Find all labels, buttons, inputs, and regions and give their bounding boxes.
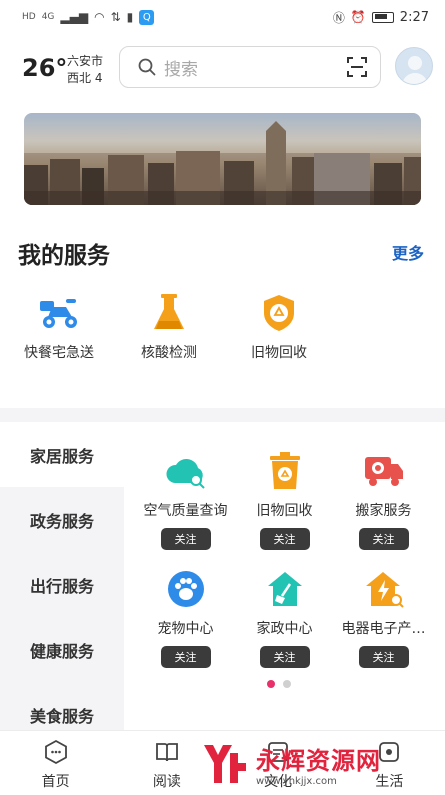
category-list: 家居服务 政务服务 出行服务 健康服务 美食服务: [0, 422, 124, 730]
house-broom-icon: [264, 568, 306, 610]
services-grid: 空气质量查询 关注 旧物回收 关注 搬家服务 关注 宠物中心 关注 家政中心 关…: [124, 422, 445, 730]
header: 26° 六安市 西北 4 搜索: [0, 44, 445, 90]
signal-icon: ▂▄▆: [60, 10, 89, 24]
wifi-icon: ◠: [94, 10, 105, 24]
status-bar: HD 4G ▂▄▆ ◠ ⇅ ▮ Q Ⓝ ⏰ 2:27: [0, 0, 445, 34]
grid-item-label: 家政中心: [256, 621, 313, 637]
follow-button[interactable]: 关注: [160, 646, 211, 668]
nfc-icon: Ⓝ: [332, 10, 345, 25]
paw-icon: [165, 568, 207, 610]
my-services-title: 我的服务: [18, 243, 110, 269]
search-input[interactable]: 搜索: [119, 46, 381, 88]
house-lightning-icon: [363, 568, 405, 610]
more-link[interactable]: 更多: [392, 240, 424, 264]
category-home-services[interactable]: 家居服务: [0, 422, 124, 487]
tab-label: 阅读: [152, 774, 181, 790]
grid-item-pet-center[interactable]: 宠物中心 关注: [133, 568, 238, 668]
tab-home[interactable]: 首页: [0, 731, 111, 795]
data-icon: ⇅: [110, 10, 121, 24]
watermark-logo-icon: [200, 739, 250, 789]
weather-temperature[interactable]: 26°: [22, 54, 67, 82]
service-nucleic-test[interactable]: 核酸检测: [119, 292, 219, 366]
grid-item-housekeeping[interactable]: 家政中心 关注: [232, 568, 337, 668]
delivery-scooter-icon: [38, 292, 80, 334]
search-placeholder: 搜索: [164, 59, 198, 80]
cloud-search-icon: [165, 450, 207, 492]
book-icon: [154, 739, 180, 765]
weather-wind: 西北 4: [67, 71, 103, 85]
status-time: 2:27: [399, 9, 429, 25]
grid-item-label: 搬家服务: [355, 503, 412, 519]
avatar[interactable]: [395, 47, 433, 85]
follow-button[interactable]: 关注: [358, 646, 409, 668]
hd-label: HD: [22, 12, 36, 22]
service-label: 旧物回收: [251, 345, 307, 361]
grid-item-recycle[interactable]: 旧物回收 关注: [232, 450, 337, 550]
pager-dot[interactable]: [283, 680, 291, 688]
follow-button[interactable]: 关注: [259, 528, 310, 550]
pager-dots: [267, 680, 291, 688]
recycle-badge-icon: [258, 292, 300, 334]
city-banner-image[interactable]: [24, 113, 421, 205]
section-divider: [0, 408, 445, 422]
app-q-icon: Q: [139, 9, 155, 25]
battery-icon: [371, 11, 394, 23]
grid-item-label: 电器电子产…: [341, 621, 426, 637]
battery-saver-icon: ▮: [126, 10, 134, 24]
service-delivery[interactable]: 快餐宅急送: [9, 292, 109, 366]
grid-item-electronics[interactable]: 电器电子产… 关注: [331, 568, 436, 668]
category-travel-services[interactable]: 出行服务: [0, 552, 124, 617]
follow-button[interactable]: 关注: [358, 528, 409, 550]
category-food-services[interactable]: 美食服务: [0, 682, 124, 730]
follow-button[interactable]: 关注: [160, 528, 211, 550]
alarm-icon: ⏰: [350, 10, 366, 24]
network-label: 4G: [41, 12, 55, 22]
weather-city[interactable]: 六安市: [67, 52, 103, 69]
home-hex-icon: [43, 739, 69, 765]
search-icon: [138, 58, 156, 76]
watermark-url: www.yhkjjx.com: [256, 776, 337, 787]
watermark: 永辉资源网 www.yhkjjx.com: [200, 736, 420, 792]
scan-icon[interactable]: [346, 56, 368, 78]
grid-item-moving[interactable]: 搬家服务 关注: [331, 450, 436, 550]
service-recycle[interactable]: 旧物回收: [229, 292, 329, 366]
grid-item-label: 旧物回收: [256, 503, 313, 519]
service-label: 快餐宅急送: [24, 345, 94, 361]
category-health-services[interactable]: 健康服务: [0, 617, 124, 682]
grid-item-label: 宠物中心: [157, 621, 214, 637]
moving-truck-icon: [363, 450, 405, 492]
grid-item-air-quality[interactable]: 空气质量查询 关注: [133, 450, 238, 550]
pager-dot[interactable]: [267, 680, 275, 688]
watermark-name: 永辉资源网: [256, 747, 381, 775]
tab-label: 首页: [41, 774, 70, 790]
follow-button[interactable]: 关注: [259, 646, 310, 668]
recycle-bin-icon: [264, 450, 306, 492]
grid-item-label: 空气质量查询: [143, 503, 228, 519]
flask-icon: [148, 292, 190, 334]
service-label: 核酸检测: [141, 345, 197, 361]
category-government-services[interactable]: 政务服务: [0, 487, 124, 552]
